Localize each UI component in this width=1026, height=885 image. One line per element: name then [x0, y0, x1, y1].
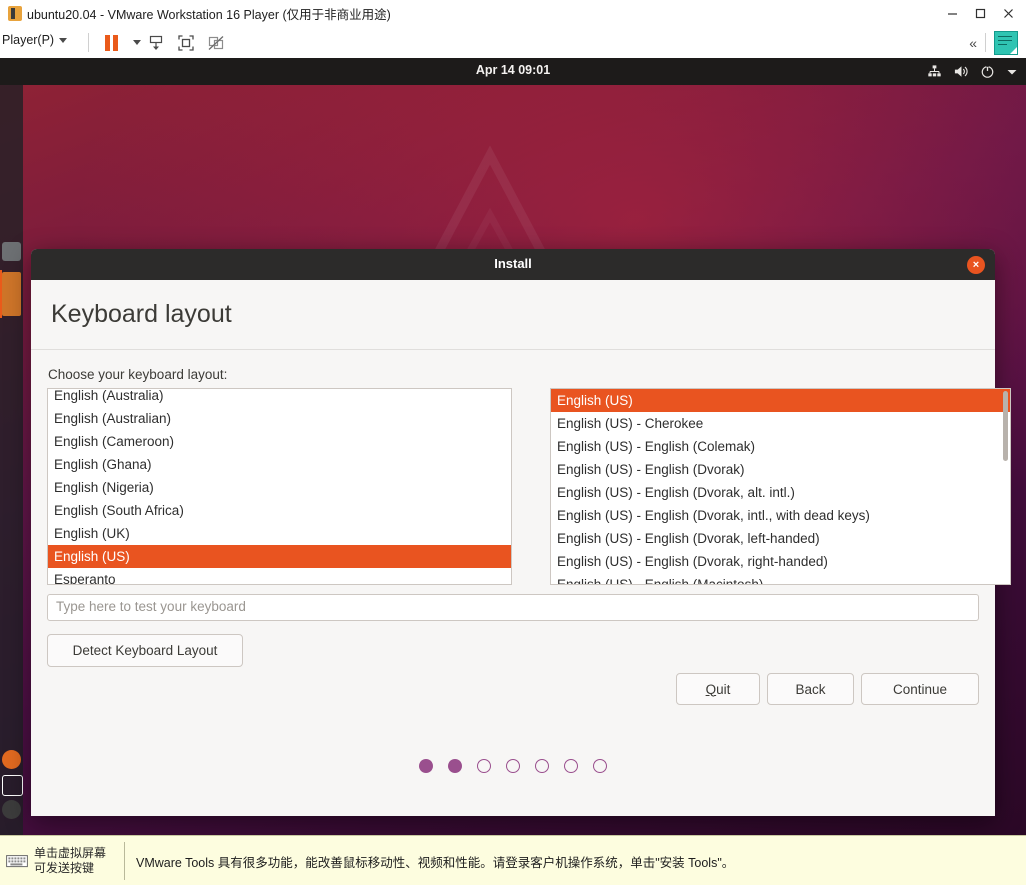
- volume-icon: [954, 66, 968, 77]
- progress-dot: [535, 759, 549, 773]
- back-button[interactable]: Back: [767, 673, 854, 705]
- keyboard-layout-prompt: Choose your keyboard layout:: [48, 367, 228, 382]
- power-icon: [981, 64, 994, 78]
- unity-disabled-icon: [208, 35, 224, 50]
- progress-dot: [477, 759, 491, 773]
- progress-dot: [448, 759, 462, 773]
- tools-divider: [124, 842, 125, 880]
- fullscreen-icon: [178, 34, 194, 51]
- vmware-tools-bar: 单击虚拟屏幕 可发送按键 VMware Tools 具有很多功能，能改善鼠标移动…: [0, 835, 1026, 885]
- toolbar-separator: [985, 33, 986, 52]
- player-menu-button[interactable]: Player(P): [2, 33, 68, 47]
- guest-screen: Apr 14 09:01 Install × Keyboard layout C…: [0, 58, 1026, 835]
- vmware-ubuntu-icon: [8, 6, 22, 21]
- keyboard-icon: [6, 855, 28, 868]
- progress-dot: [593, 759, 607, 773]
- list-item[interactable]: English (US): [48, 545, 511, 568]
- list-item[interactable]: Esperanto: [48, 568, 511, 584]
- list-item[interactable]: English (Nigeria): [48, 476, 511, 499]
- progress-dot: [506, 759, 520, 773]
- gnome-clock[interactable]: Apr 14 09:01: [0, 63, 1026, 77]
- list-item[interactable]: English (US) - English (Dvorak): [551, 458, 1010, 481]
- list-item-partial[interactable]: English (Australia): [48, 389, 511, 407]
- list-item[interactable]: English (US) - English (Dvorak, alt. int…: [551, 481, 1010, 504]
- keyboard-hint: 单击虚拟屏幕 可发送按键: [6, 842, 118, 880]
- scrollbar-thumb[interactable]: [1003, 391, 1008, 461]
- vmware-titlebar: ubuntu20.04 - VMware Workstation 16 Play…: [0, 0, 1026, 28]
- progress-dot: [419, 759, 433, 773]
- enter-fullscreen-button[interactable]: [173, 31, 199, 54]
- quit-button[interactable]: Quit: [676, 673, 760, 705]
- chevron-down-icon: [59, 37, 68, 43]
- pause-vm-button[interactable]: [98, 31, 124, 54]
- close-icon[interactable]: ×: [967, 256, 985, 274]
- player-menu-label: Player(P): [2, 33, 55, 47]
- pause-icon: [104, 34, 118, 51]
- toolbar-right-group: «: [959, 27, 1026, 58]
- send-ctrl-alt-del-button[interactable]: [143, 31, 169, 54]
- dock-item-files[interactable]: [2, 242, 21, 261]
- collapse-toolbar-button[interactable]: «: [959, 35, 985, 51]
- list-item[interactable]: English (Ghana): [48, 453, 511, 476]
- window-controls: [938, 0, 1022, 27]
- keyboard-hint-text: 单击虚拟屏幕 可发送按键: [34, 846, 106, 876]
- list-item[interactable]: English (UK): [48, 522, 511, 545]
- chevron-down-icon: [1007, 69, 1017, 74]
- dialog-body: Choose your keyboard layout: English (Au…: [31, 349, 1011, 816]
- dialog-header: Keyboard layout: [31, 280, 995, 350]
- keyboard-hint-line2: 可发送按键: [34, 861, 95, 875]
- list-item[interactable]: English (South Africa): [48, 499, 511, 522]
- toolbar-separator: [88, 33, 89, 52]
- ubuntu-dock[interactable]: [0, 85, 23, 835]
- list-item[interactable]: English (US) - English (Macintosh): [551, 573, 1010, 584]
- send-key-icon: [149, 35, 163, 50]
- keyboard-variant-list[interactable]: English (US) English (US) - Cherokee Engli…: [550, 388, 1011, 585]
- dialog-titlebar: Install ×: [31, 249, 995, 280]
- maximize-icon[interactable]: [966, 1, 994, 27]
- network-icon: [928, 65, 941, 77]
- list-item[interactable]: English (US) - English (Dvorak, right-ha…: [551, 550, 1010, 573]
- minimize-icon[interactable]: [938, 1, 966, 27]
- chevron-down-icon: [133, 40, 141, 45]
- list-item[interactable]: English (Australian): [48, 407, 511, 430]
- gnome-topbar: Apr 14 09:01: [0, 58, 1026, 85]
- vmware-title-text: ubuntu20.04 - VMware Workstation 16 Play…: [27, 8, 391, 22]
- close-icon[interactable]: [994, 1, 1022, 27]
- list-item[interactable]: English (US) - English (Dvorak, left-han…: [551, 527, 1010, 550]
- progress-dots: [31, 759, 995, 773]
- list-item[interactable]: English (US): [551, 389, 1010, 412]
- dock-item-installer[interactable]: [2, 272, 21, 316]
- vertical-scrollbar[interactable]: [1003, 391, 1008, 582]
- vmware-tools-message: VMware Tools 具有很多功能，能改善鼠标移动性、视频和性能。请登录客户…: [136, 856, 735, 870]
- progress-dot: [564, 759, 578, 773]
- keyboard-layout-list[interactable]: English (Australia) English (Australian) E…: [47, 388, 512, 585]
- list-item[interactable]: English (US) - Cherokee: [551, 412, 1010, 435]
- keyboard-test-placeholder: Type here to test your keyboard: [56, 599, 246, 614]
- notes-icon[interactable]: [994, 30, 1018, 55]
- vmware-toolbar: Player(P) «: [0, 27, 1026, 59]
- dialog-title: Install: [494, 256, 532, 271]
- list-item[interactable]: English (US) - English (Colemak): [551, 435, 1010, 458]
- keyboard-test-input[interactable]: Type here to test your keyboard: [47, 594, 979, 621]
- gnome-system-tray[interactable]: [927, 58, 1018, 85]
- dock-item-terminal[interactable]: [2, 775, 23, 796]
- install-dialog: Install × Keyboard layout Choose your ke…: [31, 249, 1011, 816]
- continue-button[interactable]: Continue: [861, 673, 979, 705]
- dock-item-firefox[interactable]: [2, 750, 21, 769]
- page-title: Keyboard layout: [51, 300, 232, 328]
- detect-keyboard-layout-button[interactable]: Detect Keyboard Layout: [47, 634, 243, 667]
- list-item[interactable]: English (Cameroon): [48, 430, 511, 453]
- list-item[interactable]: English (US) - English (Dvorak, intl., w…: [551, 504, 1010, 527]
- keyboard-hint-line1: 单击虚拟屏幕: [34, 846, 107, 860]
- dock-item-show-apps[interactable]: [2, 800, 21, 819]
- unity-mode-button[interactable]: [203, 31, 229, 54]
